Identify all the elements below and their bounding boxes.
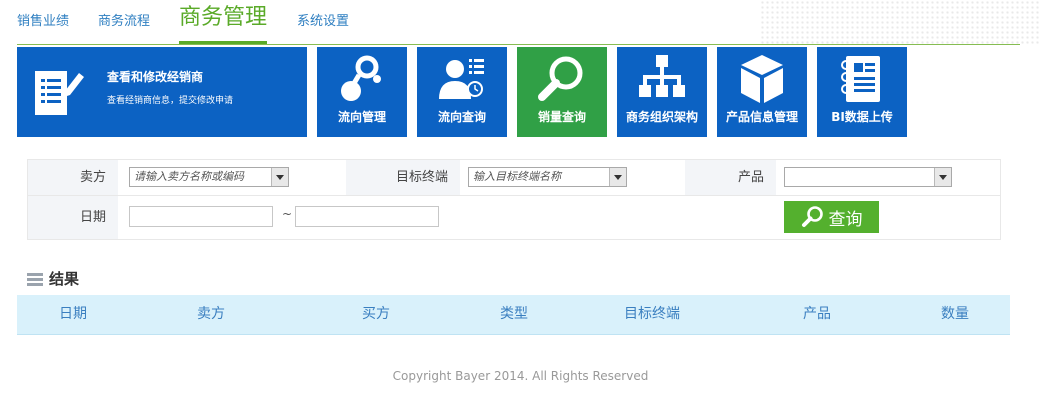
tile-label: 商务组织架构 — [625, 110, 698, 124]
search-icon — [801, 206, 823, 227]
magnifier-icon — [538, 56, 583, 101]
tile-bi-data-upload[interactable]: BI数据上传 — [817, 47, 907, 137]
top-nav: 销售业绩 商务流程 商务管理 系统设置 — [17, 0, 378, 44]
column-header-product: 产品 — [803, 306, 831, 322]
nav-item-business-process[interactable]: 商务流程 — [98, 10, 150, 44]
tile-sales-query[interactable]: 销量查询 — [517, 47, 607, 137]
decorative-dot-pattern — [760, 0, 1041, 44]
tile-label: BI数据上传 — [831, 110, 893, 124]
seller-placeholder: 请输入卖方名称或编码 — [134, 170, 244, 183]
footer-copyright: Copyright Bayer 2014. All Rights Reserve… — [392, 369, 649, 383]
seller-select[interactable]: 请输入卖方名称或编码 — [129, 167, 289, 187]
nav-item-sales-performance[interactable]: 销售业绩 — [17, 10, 69, 44]
tile-main-subtitle: 查看经销商信息，提交修改申请 — [107, 96, 234, 106]
notebook-icon — [841, 56, 880, 102]
tile-main-title: 查看和修改经销商 — [107, 70, 204, 84]
list-icon — [27, 272, 43, 286]
date-separator: ~ — [282, 207, 293, 221]
tile-flow-query[interactable]: 流向查询 — [417, 47, 507, 137]
seller-label: 卖方 — [28, 160, 118, 195]
column-header-seller: 卖方 — [197, 306, 225, 322]
box-icon — [741, 55, 783, 103]
tile-product-info-management[interactable]: 产品信息管理 — [717, 47, 807, 137]
column-header-target-terminal: 目标终端 — [624, 306, 680, 322]
chevron-down-icon — [271, 168, 288, 186]
nav-item-business-management[interactable]: 商务管理 — [179, 0, 268, 44]
tile-label: 销量查询 — [537, 110, 586, 124]
target-terminal-placeholder: 输入目标终端名称 — [473, 170, 561, 183]
product-label: 产品 — [685, 160, 776, 195]
column-header-date: 日期 — [59, 306, 87, 322]
date-label: 日期 — [28, 196, 118, 239]
tile-label: 流向管理 — [337, 110, 386, 124]
target-terminal-select[interactable]: 输入目标终端名称 — [468, 167, 627, 187]
target-terminal-label: 目标终端 — [346, 160, 460, 195]
column-header-quantity: 数量 — [941, 306, 969, 322]
tile-label: 流向查询 — [437, 110, 486, 124]
tile-business-org-structure[interactable]: 商务组织架构 — [617, 47, 707, 137]
query-button[interactable]: 查询 — [784, 201, 879, 233]
org-chart-icon — [639, 55, 685, 97]
chevron-down-icon — [934, 168, 951, 186]
results-table-header: 日期 卖方 买方 类型 目标终端 产品 数量 — [17, 295, 1010, 335]
column-header-buyer: 买方 — [362, 306, 390, 322]
tile-flow-management[interactable]: 流向管理 — [317, 47, 407, 137]
nav-item-system-settings[interactable]: 系统设置 — [297, 10, 349, 44]
column-header-type: 类型 — [500, 306, 528, 322]
tile-label: 产品信息管理 — [725, 110, 798, 124]
results-title: 结果 — [49, 270, 80, 288]
nav-divider — [17, 44, 1020, 45]
query-button-label: 查询 — [828, 209, 863, 230]
date-start-input[interactable] — [129, 206, 273, 227]
results-header: 结果 — [27, 268, 79, 289]
tile-view-edit-distributor[interactable]: 查看和修改经销商 查看经销商信息，提交修改申请 — [17, 47, 307, 137]
user-list-icon — [439, 59, 484, 99]
chevron-down-icon — [609, 168, 626, 186]
document-edit-icon — [35, 71, 84, 115]
flow-node-icon — [341, 55, 381, 101]
search-form: 卖方 请输入卖方名称或编码 目标终端 输入目标终端名称 产品 日期 ~ 查询 — [27, 159, 1001, 240]
date-end-input[interactable] — [295, 206, 439, 227]
form-row-filters: 卖方 请输入卖方名称或编码 目标终端 输入目标终端名称 产品 — [28, 160, 1000, 196]
product-select[interactable] — [784, 167, 952, 187]
